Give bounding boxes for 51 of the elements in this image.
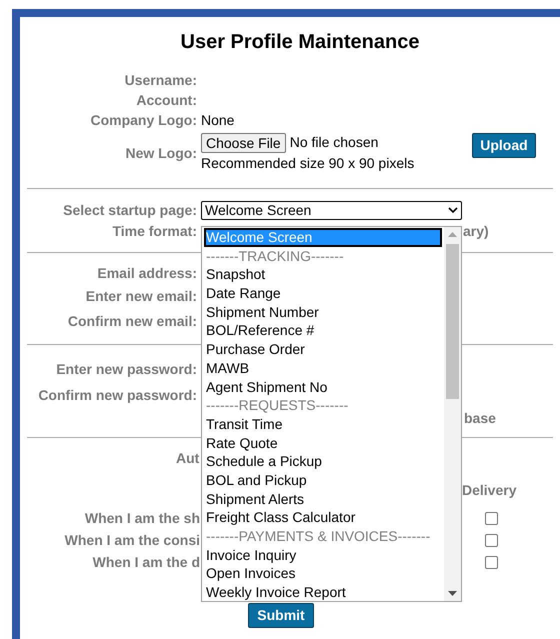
option-group-label: -------TRACKING------- [205,246,345,266]
dropdown-option[interactable]: Shipment Number [204,302,442,322]
section-heading: Aut [176,448,200,468]
dropdown-option[interactable]: MAWB [204,358,442,378]
scroll-down-icon[interactable] [448,591,457,596]
note-text: base [464,408,496,428]
field-value: ary) [463,222,489,241]
dropdown-option[interactable]: Open Invoices [204,564,442,584]
dropdown-option[interactable]: Snapshot [204,265,442,284]
dropdown-option[interactable]: Purchase Order [204,340,442,359]
dropdown-option[interactable]: Date Range [204,284,442,303]
dropdown-option[interactable]: Schedule a Pickup [204,452,442,471]
startup-page-select[interactable]: Welcome Screen [201,200,462,220]
alert-label: When I am the consi [64,530,200,550]
dropdown-option[interactable]: Invoice Inquiry [204,546,442,564]
dropdown-option[interactable]: Rate Quote [204,434,442,452]
alert-checkbox[interactable] [485,512,498,524]
page-title: User Profile Maintenance [180,30,420,54]
upload-button[interactable]: Upload [472,133,536,158]
field-label: Confirm new password: [37,386,197,405]
chevron-down-icon [448,206,458,214]
field-label: Company Logo: [89,110,197,130]
alert-checkbox[interactable] [485,556,498,568]
field-label: Confirm new email: [66,312,197,330]
file-status: No file chosen [290,133,378,152]
dropdown-option[interactable]: Freight Class Calculator [204,508,442,527]
dropdown-option[interactable]: Weekly Invoice Report [204,583,442,602]
alert-checkbox[interactable] [485,534,498,546]
field-label: Email address: [96,264,197,283]
field-label: Time format: [111,222,197,241]
column-heading: Delivery [462,480,516,500]
scrollbar[interactable] [444,227,461,601]
choose-file-button[interactable]: Choose File [201,132,286,152]
field-label: Select startup page: [62,200,197,220]
dropdown-option[interactable]: Transit Time [204,414,442,434]
option-group-label: -------REQUESTS------- [205,396,350,415]
field-label: Username: [124,70,197,90]
alert-label: When I am the sh [84,508,200,528]
field-label: Enter new email: [84,287,197,306]
dropdown-option[interactable]: Agent Shipment No [204,378,442,396]
submit-button[interactable]: Submit [248,603,314,628]
dropdown-option[interactable]: BOL and Pickup [204,470,442,490]
field-label: Enter new password: [55,360,197,379]
field-label: Account: [135,90,197,110]
hint-text: Recommended size 90 x 90 pixels [201,154,414,173]
field-label: New Logo: [124,144,197,163]
dropdown-option[interactable]: BOL/Reference # [204,321,442,340]
alert-label: When I am the d [92,552,200,572]
dropdown-option[interactable]: Shipment Alerts [204,490,442,508]
field-value: None [200,110,234,130]
option-group-label: -------PAYMENTS & INVOICES------- [205,527,432,546]
